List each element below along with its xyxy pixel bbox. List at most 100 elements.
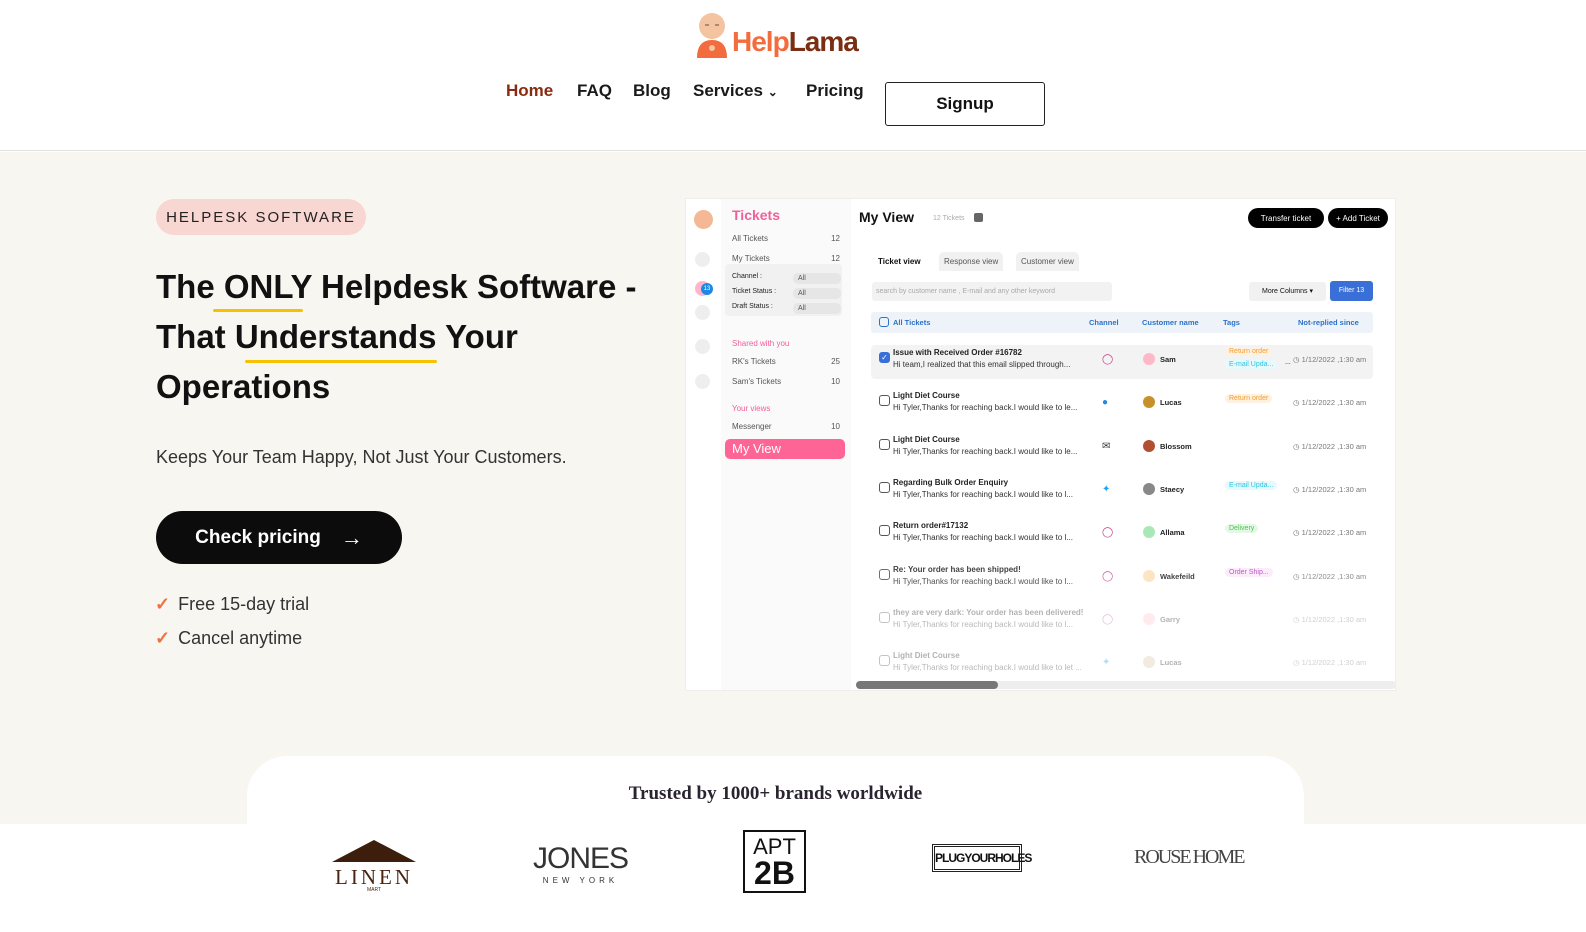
table-row[interactable]: Light Diet Course Hi Tyler,Thanks for re… (871, 388, 1373, 422)
not-replied-time: ◷ 1/12/2022 ,1:30 am (1293, 485, 1366, 494)
brand-logo-rouse-home: ROUSE HOME (1134, 846, 1245, 868)
select-all-checkbox[interactable] (879, 317, 889, 327)
column-customer-name[interactable]: Customer name (1142, 318, 1199, 327)
sidebar-item-all-tickets[interactable]: All Tickets 12 (732, 234, 840, 243)
nav-icon[interactable] (695, 252, 710, 267)
nav-icon[interactable] (695, 374, 710, 389)
edit-icon[interactable] (974, 213, 983, 222)
sidebar-item-rk-tickets[interactable]: RK's Tickets 25 (732, 357, 840, 366)
table-row[interactable]: Return order#17132 Hi Tyler,Thanks for r… (871, 518, 1373, 552)
avatar (1143, 569, 1155, 582)
avatar (1143, 656, 1155, 669)
customer-name: Wakefeild (1160, 571, 1195, 581)
highlight-underline (245, 360, 437, 363)
nav-icon[interactable] (695, 339, 710, 354)
horizontal-scrollbar[interactable] (856, 681, 1395, 689)
item-label: Sam's Tickets (732, 377, 782, 386)
ticket-title[interactable]: Light Diet Course (893, 651, 960, 660)
feature-check: ✓ Cancel anytime (155, 628, 302, 649)
logo-text-help: Help (732, 26, 790, 57)
more-columns-button[interactable]: More Columns ▾ (1249, 282, 1326, 301)
scrollbar-thumb[interactable] (856, 681, 998, 689)
filter-button[interactable]: Filter 13 (1330, 281, 1373, 301)
column-not-replied-since[interactable]: Not-replied since (1298, 318, 1359, 327)
table-row[interactable]: Light Diet Course Hi Tyler,Thanks for re… (871, 648, 1373, 682)
sidebar-item-messenger[interactable]: Messenger 10 (732, 422, 840, 431)
ticket-status-select[interactable]: All (793, 288, 841, 299)
ticket-title[interactable]: Light Diet Course (893, 391, 960, 400)
not-replied-time: ◷ 1/12/2022 ,1:30 am (1293, 658, 1366, 667)
sidebar-item-sams-tickets[interactable]: Sam's Tickets 10 (732, 377, 840, 386)
row-checkbox[interactable] (879, 568, 890, 580)
messenger-icon: ● (1102, 397, 1109, 409)
not-replied-time: ◷ 1/12/2022 ,1:30 am (1293, 398, 1366, 407)
customer-name: Staecy (1160, 484, 1185, 494)
tab-ticket-view[interactable]: Ticket view (873, 252, 926, 271)
clock-icon: ◷ (1293, 355, 1300, 364)
filter-label: Channel : (732, 273, 762, 280)
signup-button[interactable]: Signup (885, 82, 1045, 126)
nav-blog[interactable]: Blog (633, 81, 671, 101)
tab-customer-view[interactable]: Customer view (1016, 252, 1079, 271)
ticket-preview: Hi Tyler,Thanks for reaching back.I woul… (893, 663, 1082, 673)
trusted-heading: Trusted by 1000+ brands worldwide (628, 783, 923, 804)
email-icon: ✉ (1102, 440, 1111, 452)
tag-badge: Order Ship... (1225, 567, 1273, 577)
ticket-title[interactable]: Return order#17132 (893, 521, 968, 530)
nav-icon[interactable] (695, 305, 710, 320)
category-badge: HELPESK SOFTWARE (156, 199, 366, 235)
row-checkbox[interactable]: ✓ (879, 352, 890, 363)
ticket-title[interactable]: they are very dark: Your order has been … (893, 608, 1083, 617)
nav-services[interactable]: Services ⌄ (693, 81, 778, 101)
tab-response-view[interactable]: Response view (939, 252, 1004, 271)
heading-text: That (156, 318, 235, 355)
nav-home[interactable]: Home (506, 81, 553, 101)
ticket-title[interactable]: Re: Your order has been shipped! (893, 565, 1021, 574)
brand-logo-jones: JONES NEW YORK (533, 842, 629, 885)
search-input[interactable]: search by customer name , E-mail and any… (872, 282, 1112, 301)
clock-icon: ◷ (1293, 528, 1300, 538)
heading-text: The (156, 268, 224, 305)
ticket-title[interactable]: Regarding Bulk Order Enquiry (893, 478, 1008, 487)
helplama-logo[interactable]: HelpLama (694, 10, 859, 60)
brand-text: 2B (754, 855, 795, 891)
table-row[interactable]: they are very dark: Your order has been … (871, 605, 1373, 639)
twitter-icon: ✦ (1102, 483, 1111, 495)
instagram-icon: ◯ (1102, 570, 1114, 582)
check-icon: ✓ (155, 594, 171, 614)
draft-status-select[interactable]: All (793, 303, 841, 314)
trusted-brands-card: Trusted by 1000+ brands worldwide LINEN … (247, 756, 1304, 932)
transfer-ticket-button[interactable]: Transfer ticket (1248, 208, 1324, 228)
table-row[interactable]: ✓ Issue with Received Order #16782 Hi te… (871, 345, 1373, 379)
row-checkbox[interactable] (879, 481, 890, 493)
column-all-tickets[interactable]: All Tickets (893, 318, 930, 327)
item-label: My Tickets (732, 254, 770, 263)
table-row[interactable]: Regarding Bulk Order Enquiry Hi Tyler,Th… (871, 475, 1373, 509)
nav-faq[interactable]: FAQ (577, 81, 612, 101)
row-checkbox[interactable] (879, 611, 890, 623)
table-row[interactable]: Light Diet Course Hi Tyler,Thanks for re… (871, 432, 1373, 466)
row-checkbox[interactable] (879, 438, 890, 450)
add-ticket-button[interactable]: + Add Ticket (1328, 208, 1388, 228)
heading-highlight: Understands (234, 318, 437, 355)
item-count: 25 (831, 357, 840, 366)
sidebar-item-my-tickets[interactable]: My Tickets 12 (732, 254, 840, 263)
column-tags[interactable]: Tags (1223, 318, 1240, 327)
tag-badge: Return order (1225, 394, 1273, 404)
check-pricing-button[interactable]: Check pricing → (156, 511, 402, 564)
ticket-title[interactable]: Issue with Received Order #16782 (893, 348, 1022, 357)
ticket-title[interactable]: Light Diet Course (893, 435, 960, 444)
sidebar-item-my-view[interactable]: My View (725, 439, 845, 459)
not-replied-time: ◷ 1/12/2022 ,1:30 am (1293, 442, 1366, 451)
table-row[interactable]: Re: Your order has been shipped! Hi Tyle… (871, 562, 1373, 596)
channel-select[interactable]: All (793, 273, 841, 284)
row-checkbox[interactable] (879, 395, 890, 407)
brand-logo-apt2b: APT 2B (743, 830, 806, 893)
avatar (694, 210, 713, 229)
row-checkbox[interactable] (879, 655, 890, 667)
nav-pricing[interactable]: Pricing (806, 81, 864, 101)
column-channel[interactable]: Channel (1089, 318, 1119, 327)
avatar (1143, 482, 1155, 495)
time-text: 1/12/2022 ,1:30 am (1301, 441, 1367, 451)
row-checkbox[interactable] (879, 525, 890, 537)
